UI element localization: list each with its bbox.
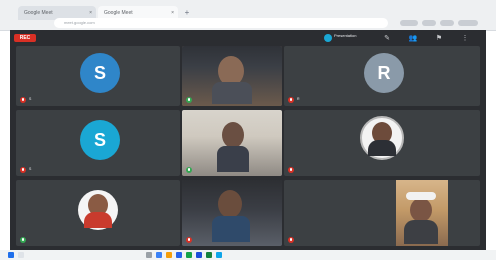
participant-name: S (20, 166, 31, 173)
avatar: S (80, 120, 120, 160)
chrome-icon[interactable] (186, 252, 192, 258)
search-icon[interactable] (18, 252, 24, 258)
shirt-shape (368, 140, 396, 156)
presentation-icon[interactable] (324, 34, 332, 42)
avatar: R (364, 53, 404, 93)
participant-name (288, 166, 297, 173)
meeting-toolbar: Presentation ✎ 👥 ⚑ ⋮ (324, 32, 480, 46)
mic-muted-icon (20, 166, 26, 173)
participant-tile[interactable]: R R (284, 46, 480, 106)
extension-icon[interactable] (422, 20, 436, 26)
avatar: S (80, 53, 120, 93)
participant-tile[interactable] (182, 180, 282, 246)
tab-label: Google Meet (24, 10, 53, 16)
taskbar (0, 250, 496, 260)
url-text: meet.google.com (64, 20, 95, 25)
more-icon[interactable]: ⋮ (460, 34, 470, 44)
participant-name (20, 236, 29, 243)
mic-muted-icon (186, 236, 192, 243)
presentation-label: Presentation (334, 33, 357, 38)
browser-chrome: Google Meet × Google Meet × + meet.googl… (0, 0, 496, 31)
profile-icon[interactable] (440, 20, 454, 26)
shirt-shape (212, 216, 250, 242)
shirt-shape (212, 82, 252, 104)
excel-icon[interactable] (206, 252, 212, 258)
participant-tile[interactable]: S S (16, 110, 180, 176)
participant-name (186, 96, 195, 103)
windows-icon[interactable] (8, 252, 14, 258)
task-view-icon[interactable] (146, 252, 152, 258)
mic-muted-icon (288, 236, 294, 243)
chat-icon[interactable]: ✎ (382, 34, 392, 44)
camera-icon[interactable] (216, 252, 222, 258)
participant-tile[interactable] (182, 110, 282, 176)
face-shape (218, 190, 242, 218)
address-bar[interactable]: meet.google.com (54, 18, 388, 28)
participant-tile[interactable] (284, 180, 480, 246)
participant-tile[interactable] (16, 180, 180, 246)
shirt-shape (217, 146, 249, 172)
participant-tile[interactable]: S S (16, 46, 180, 106)
participant-name (186, 236, 195, 243)
browser-icon[interactable] (156, 252, 162, 258)
mic-active-icon (20, 236, 26, 243)
shirt-shape (84, 212, 112, 228)
mic-muted-icon (288, 166, 294, 173)
tab-label: Google Meet (104, 10, 133, 16)
mic-active-icon (186, 166, 192, 173)
face-shape (410, 198, 432, 222)
participant-tile[interactable] (284, 110, 480, 176)
meeting-stage: REC Presentation ✎ 👥 ⚑ ⋮ S S R R S S (10, 30, 486, 250)
participant-name: R (288, 96, 300, 103)
mic-muted-icon (20, 96, 26, 103)
mic-active-icon (186, 96, 192, 103)
mail-icon[interactable] (176, 252, 182, 258)
activities-icon[interactable]: ⚑ (434, 34, 444, 44)
extension-icon[interactable] (400, 20, 418, 26)
word-icon[interactable] (196, 252, 202, 258)
participant-name (288, 236, 297, 243)
participant-name (186, 166, 195, 173)
participant-tile[interactable] (182, 46, 282, 106)
folder-icon[interactable] (166, 252, 172, 258)
recording-badge: REC (14, 34, 36, 42)
face-shape (222, 122, 244, 148)
menu-icon[interactable] (458, 20, 478, 26)
participant-name: S (20, 96, 31, 103)
shirt-shape (404, 220, 438, 244)
people-icon[interactable]: 👥 (408, 34, 418, 44)
mic-muted-icon (288, 96, 294, 103)
hat-shape (406, 192, 436, 200)
